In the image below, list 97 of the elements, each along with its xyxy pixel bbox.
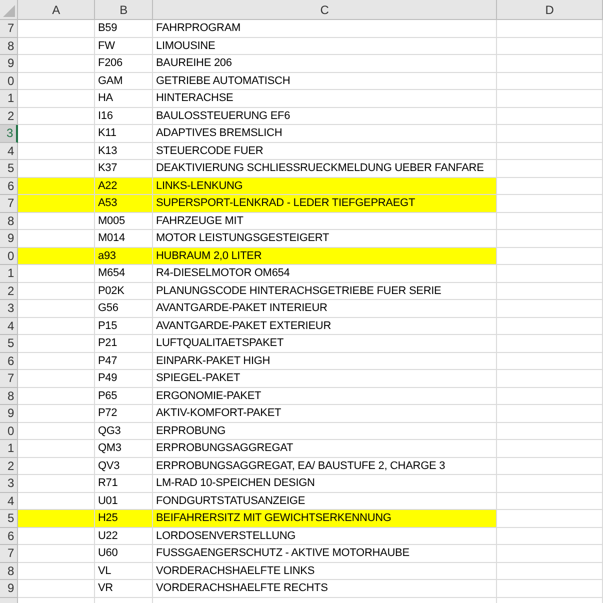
row-header[interactable]: 2 (0, 108, 18, 125)
table-cell: QM3 (95, 440, 153, 458)
table-cell: BAUREIHE 206 (153, 55, 497, 72)
row-header[interactable]: 3 (0, 125, 18, 142)
table-cell: P65 (95, 388, 153, 405)
table-cell: ADAPTIVES BREMSLICH (153, 125, 497, 142)
row-header[interactable]: 6 (0, 528, 18, 545)
row-header[interactable]: 9 (0, 230, 18, 248)
row-header[interactable]: 8 (0, 562, 18, 580)
table-cell: LIMOUSINE (153, 38, 497, 55)
row-header[interactable]: 8 (0, 38, 18, 55)
table-cell: HA (95, 90, 153, 108)
row-header[interactable]: 3 (0, 475, 18, 492)
table-cell: R71 (95, 475, 153, 492)
row-header[interactable]: 3 (0, 300, 18, 318)
row-header[interactable]: 2 (0, 282, 18, 300)
table-cell: STEUERCODE FUER (153, 142, 497, 160)
column-header[interactable]: A (18, 0, 95, 20)
row-header[interactable]: 6 (0, 352, 18, 370)
column-header[interactable]: C (153, 0, 497, 20)
row-header[interactable]: 7 (0, 195, 18, 212)
row-header[interactable]: 2 (0, 458, 18, 475)
row-header[interactable]: 9 (0, 55, 18, 72)
table-cell: LINKS-LENKUNG (153, 178, 497, 195)
row-header[interactable]: 8 (0, 388, 18, 405)
table-cell: QG3 (95, 422, 153, 440)
table-cell: QV3 (95, 458, 153, 475)
row-header[interactable]: 5 (0, 510, 18, 528)
row-header[interactable]: 5 (0, 160, 18, 178)
table-cell: B59 (95, 20, 153, 38)
table-cell: G56 (95, 300, 153, 318)
row-header[interactable]: 4 (0, 492, 18, 510)
row-header[interactable]: 0 (0, 248, 18, 265)
table-cell: F206 (95, 55, 153, 72)
row-header[interactable]: 1 (0, 440, 18, 458)
table-cell: GETRIEBE AUTOMATISCH (153, 72, 497, 90)
table-cell: HUBRAUM 2,0 LITER (153, 248, 497, 265)
table-cell: ERPROBUNGSAGGREGAT (153, 440, 497, 458)
table-cell: HINTERACHSE (153, 90, 497, 108)
table-cell: a93 (95, 248, 153, 265)
table-cell: P02K (95, 282, 153, 300)
table-cell: SUPERSPORT-LENKRAD - LEDER TIEFGEPRAEGT (153, 195, 497, 212)
row-header[interactable]: 8 (0, 212, 18, 230)
table-cell: FAHRZEUGE MIT (153, 212, 497, 230)
table-cell: SPIEGEL-PAKET (153, 370, 497, 388)
table-cell: AVANTGARDE-PAKET EXTERIEUR (153, 318, 497, 335)
table-cell: LM-RAD 10-SPEICHEN DESIGN (153, 475, 497, 492)
table-cell: LUFTQUALITAETSPAKET (153, 335, 497, 352)
table-cell: AVANTGARDE-PAKET INTERIEUR (153, 300, 497, 318)
table-cell: FW (95, 38, 153, 55)
row-header[interactable]: 1 (0, 90, 18, 108)
row-header[interactable]: 5 (0, 335, 18, 352)
row-header[interactable]: 7 (0, 20, 18, 38)
row-header[interactable]: 1 (0, 265, 18, 282)
table-cell: M654 (95, 265, 153, 282)
column-header[interactable]: D (497, 0, 603, 20)
row-header[interactable]: 0 (0, 422, 18, 440)
table-cell: BAULOSSTEUERUNG EF6 (153, 108, 497, 125)
table-cell: VL (95, 562, 153, 580)
table-cell: H25 (95, 510, 153, 528)
column-header[interactable]: B (95, 0, 153, 20)
table-cell: VR (95, 580, 153, 598)
row-header[interactable]: 0 (0, 72, 18, 90)
table-cell: A53 (95, 195, 153, 212)
row-header[interactable]: 9 (0, 405, 18, 422)
table-cell: U60 (95, 545, 153, 562)
table-cell: M005 (95, 212, 153, 230)
table-cell: P21 (95, 335, 153, 352)
table-cell: ERPROBUNG (153, 422, 497, 440)
table-cell: P47 (95, 352, 153, 370)
row-header[interactable]: 4 (0, 142, 18, 160)
table-cell: P15 (95, 318, 153, 335)
table-cell: EINPARK-PAKET HIGH (153, 352, 497, 370)
table-cell: PLANUNGSCODE HINTERACHSGETRIEBE FUER SERIE (153, 282, 497, 300)
table-cell: GAM (95, 72, 153, 90)
table-cell: U22 (95, 528, 153, 545)
row-header[interactable]: 7 (0, 370, 18, 388)
table-cell: I16 (95, 108, 153, 125)
table-cell: A22 (95, 178, 153, 195)
row-header[interactable]: 6 (0, 178, 18, 195)
table-cell: FUSSGAENGERSCHUTZ - AKTIVE MOTORHAUBE (153, 545, 497, 562)
table-cell: R4-DIESELMOTOR OM654 (153, 265, 497, 282)
table-cell: ERGONOMIE-PAKET (153, 388, 497, 405)
table-cell: VORDERACHSHAELFTE LINKS (153, 562, 497, 580)
table-cell: P72 (95, 405, 153, 422)
row-header[interactable]: 4 (0, 318, 18, 335)
table-cell: FAHRPROGRAM (153, 20, 497, 38)
table-cell: P49 (95, 370, 153, 388)
table-cell: AKTIV-KOMFORT-PAKET (153, 405, 497, 422)
table-cell: LORDOSENVERSTELLUNG (153, 528, 497, 545)
table-cell: K13 (95, 142, 153, 160)
table-cell: K11 (95, 125, 153, 142)
table-cell: VORDERACHSHAELFTE RECHTS (153, 580, 497, 598)
table-cell: BEIFAHRERSITZ MIT GEWICHTSERKENNUNG (153, 510, 497, 528)
row-header[interactable]: 7 (0, 545, 18, 562)
row-header[interactable]: 9 (0, 580, 18, 598)
table-cell: ERPROBUNGSAGGREGAT, EA/ BAUSTUFE 2, CHARGE 3 (153, 458, 497, 475)
